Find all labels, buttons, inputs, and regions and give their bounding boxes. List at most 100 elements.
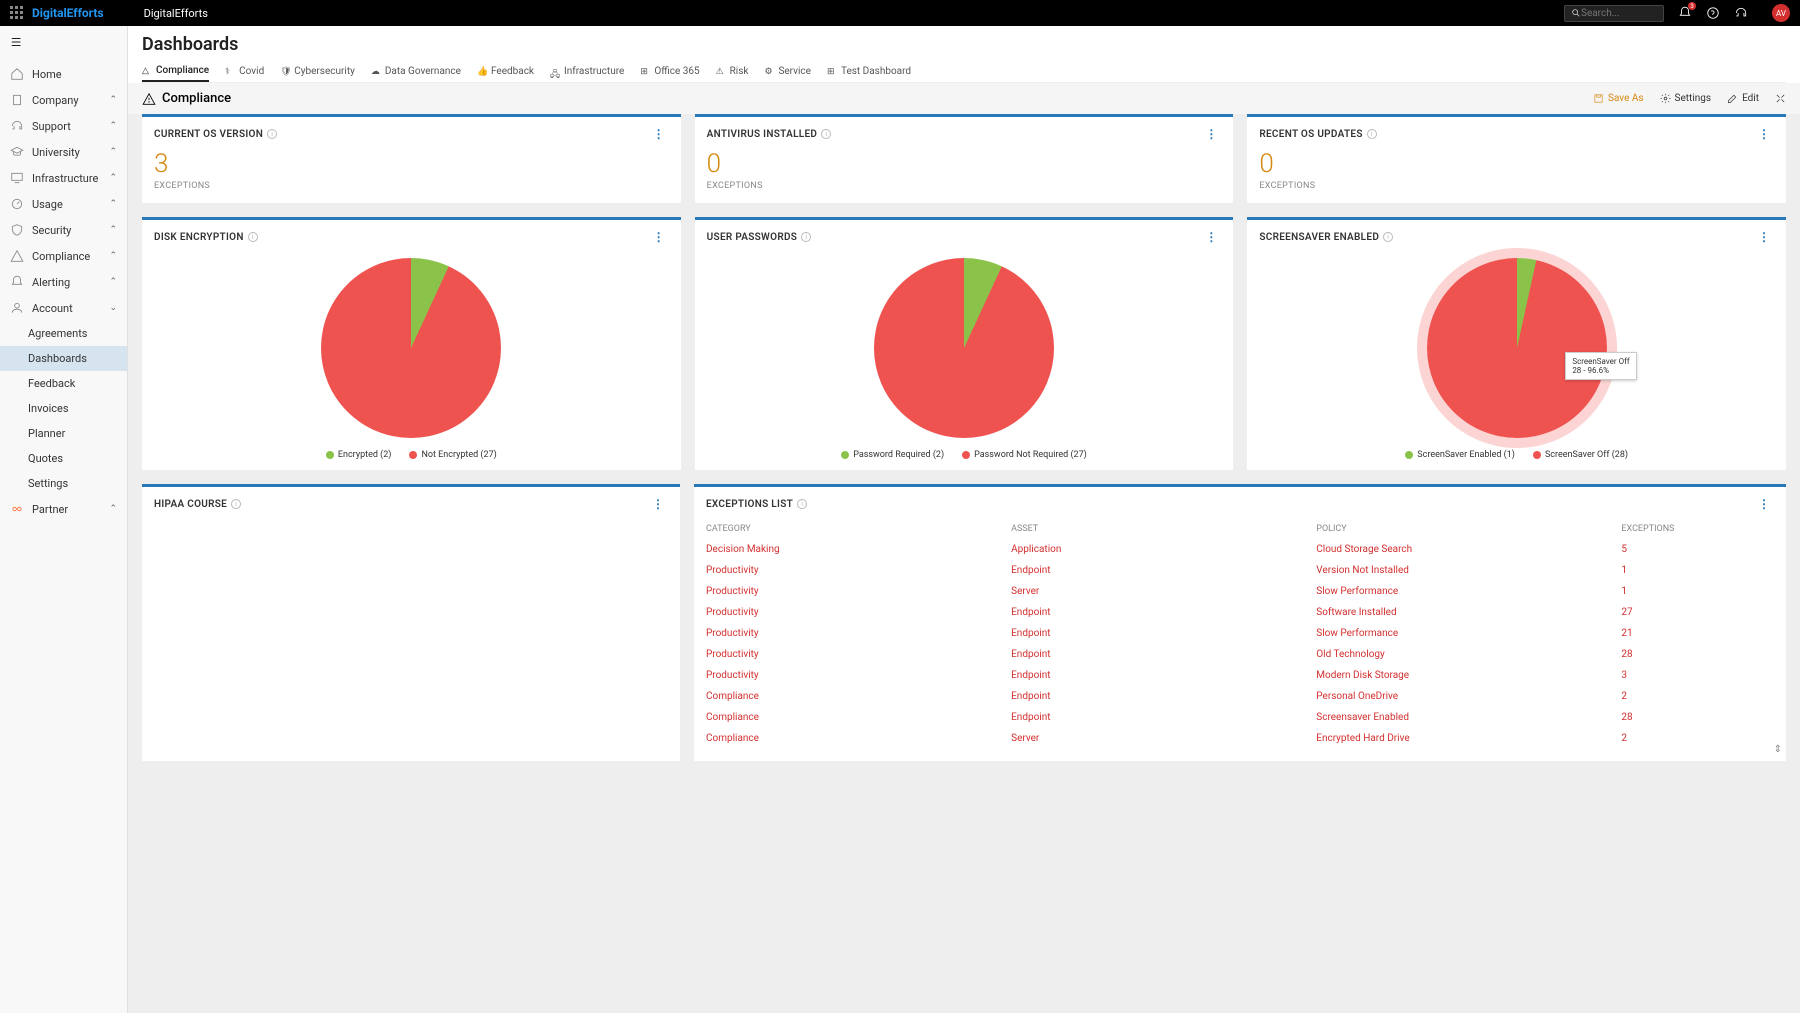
sidebar-sub-agreements[interactable]: Agreements xyxy=(0,321,127,346)
tab-office-365[interactable]: ⊞Office 365 xyxy=(640,61,699,82)
card-menu-icon[interactable]: ⋮ xyxy=(1201,127,1221,141)
expand-button[interactable] xyxy=(1775,93,1786,104)
card-menu-icon[interactable]: ⋮ xyxy=(649,230,669,244)
tab-cybersecurity[interactable]: 🛡Cybersecurity xyxy=(280,61,355,82)
card-menu-icon[interactable]: ⋮ xyxy=(1754,497,1774,511)
shield-icon xyxy=(10,223,24,237)
search-box[interactable] xyxy=(1564,5,1664,22)
tab-test-dashboard[interactable]: ⊞Test Dashboard xyxy=(827,61,911,82)
sidebar-item-infrastructure[interactable]: Infrastructure⌃ xyxy=(0,165,127,191)
card-os-updates: RECENT OS UPDATESi⋮ 0EXCEPTIONS xyxy=(1247,114,1786,203)
card-menu-icon[interactable]: ⋮ xyxy=(649,127,669,141)
tab-data-governance[interactable]: ☁Data Governance xyxy=(371,61,461,82)
topbar: DigitalEfforts DigitalEfforts 3 AV xyxy=(0,0,1800,26)
table-row[interactable]: ComplianceEndpointScreensaver Enabled28 xyxy=(706,707,1774,728)
tab-icon: ⊞ xyxy=(640,67,650,77)
sidebar-toggle[interactable] xyxy=(0,26,127,61)
notifications-icon[interactable]: 3 xyxy=(1678,6,1692,20)
sidebar-item-account[interactable]: Account ⌄ xyxy=(0,295,127,321)
sidebar-item-support[interactable]: Support⌃ xyxy=(0,113,127,139)
chevron-up-icon: ⌃ xyxy=(109,199,117,209)
warning-icon xyxy=(142,92,156,106)
chevron-down-icon: ⌄ xyxy=(109,303,117,313)
legend-dot xyxy=(962,451,970,459)
search-input[interactable] xyxy=(1581,8,1651,19)
subtitle: Compliance xyxy=(162,91,231,106)
sidebar-sub-invoices[interactable]: Invoices xyxy=(0,396,127,421)
home-icon xyxy=(10,67,24,81)
table-row[interactable]: ComplianceServerEncrypted Hard Drive2 xyxy=(706,728,1774,749)
info-icon[interactable]: i xyxy=(801,232,811,242)
pie-chart xyxy=(874,258,1054,438)
content: Dashboards △Compliance⚕Covid🛡Cybersecuri… xyxy=(128,26,1800,1013)
tab-icon: ⚕ xyxy=(225,67,235,77)
legend-dot xyxy=(326,451,334,459)
table-row[interactable]: ProductivityEndpointOld Technology28 xyxy=(706,644,1774,665)
metric-value: 3 xyxy=(154,149,669,179)
table-row[interactable]: ProductivityEndpointSoftware Installed27 xyxy=(706,602,1774,623)
tab-compliance[interactable]: △Compliance xyxy=(142,61,209,82)
sidebar-label: Account xyxy=(32,302,73,315)
sidebar-item-usage[interactable]: Usage⌃ xyxy=(0,191,127,217)
table-row[interactable]: ProductivityEndpointVersion Not Installe… xyxy=(706,560,1774,581)
sidebar-item-compliance[interactable]: Compliance⌃ xyxy=(0,243,127,269)
table-row[interactable]: Decision MakingApplicationCloud Storage … xyxy=(706,539,1774,560)
avatar[interactable]: AV xyxy=(1772,4,1790,22)
sidebar-sub-feedback[interactable]: Feedback xyxy=(0,371,127,396)
sidebar-sub-quotes[interactable]: Quotes xyxy=(0,446,127,471)
table-header: CATEGORYASSETPOLICYEXCEPTIONS xyxy=(706,519,1774,539)
chevron-up-icon: ⌃ xyxy=(109,173,117,183)
sidebar-item-company[interactable]: Company⌃ xyxy=(0,87,127,113)
sidebar-item-alerting[interactable]: Alerting⌃ xyxy=(0,269,127,295)
scroll-handle-icon[interactable]: ⇕ xyxy=(1774,744,1782,755)
table-row[interactable]: ComplianceEndpointPersonal OneDrive2 xyxy=(706,686,1774,707)
sidebar-label: Security xyxy=(32,224,71,237)
help-icon[interactable] xyxy=(1706,6,1720,20)
tenant-name: DigitalEfforts xyxy=(144,7,208,20)
tab-icon: 🖧 xyxy=(550,67,560,77)
notif-badge: 3 xyxy=(1688,2,1696,10)
save-as-button[interactable]: Save As xyxy=(1593,93,1644,104)
info-icon[interactable]: i xyxy=(797,499,807,509)
tab-service[interactable]: ⚙Service xyxy=(764,61,811,82)
sidebar-item-security[interactable]: Security⌃ xyxy=(0,217,127,243)
tab-feedback[interactable]: 👍Feedback xyxy=(477,61,534,82)
info-icon[interactable]: i xyxy=(267,129,277,139)
sidebar-label: University xyxy=(32,146,80,159)
sidebar-label: Company xyxy=(32,94,79,107)
page-title: Dashboards xyxy=(142,34,1786,55)
legend-dot xyxy=(409,451,417,459)
card-menu-icon[interactable]: ⋮ xyxy=(1201,230,1221,244)
tab-risk[interactable]: ⚠Risk xyxy=(716,61,749,82)
edit-button[interactable]: Edit xyxy=(1727,93,1759,104)
tab-icon: ☁ xyxy=(371,67,381,77)
card-menu-icon[interactable]: ⋮ xyxy=(648,497,668,511)
sidebar-item-university[interactable]: University⌃ xyxy=(0,139,127,165)
info-icon[interactable]: i xyxy=(1367,129,1377,139)
table-row[interactable]: ProductivityEndpointSlow Performance21 xyxy=(706,623,1774,644)
tab-infrastructure[interactable]: 🖧Infrastructure xyxy=(550,61,624,82)
apps-icon[interactable] xyxy=(10,6,24,20)
sidebar-label: Alerting xyxy=(32,276,70,289)
info-icon[interactable]: i xyxy=(231,499,241,509)
tab-covid[interactable]: ⚕Covid xyxy=(225,61,264,82)
pie-chart xyxy=(321,258,501,438)
table-row[interactable]: ProductivityServerSlow Performance1 xyxy=(706,581,1774,602)
table-row[interactable]: ProductivityEndpointModern Disk Storage3 xyxy=(706,665,1774,686)
sidebar-item-partner[interactable]: Partner ⌃ xyxy=(0,496,127,522)
card-menu-icon[interactable]: ⋮ xyxy=(1754,127,1774,141)
sidebar-sub-dashboards[interactable]: Dashboards xyxy=(0,346,127,371)
settings-button[interactable]: Settings xyxy=(1660,93,1712,104)
tabs: △Compliance ⚕Covid 🛡Cybersecurity ☁Data Gov… xyxy=(142,61,1786,83)
info-icon[interactable]: i xyxy=(821,129,831,139)
card-exceptions-list: EXCEPTIONS LISTi⋮ CATEGORYASSETPOLICYEXC… xyxy=(694,484,1786,761)
building-icon xyxy=(10,93,24,107)
card-menu-icon[interactable]: ⋮ xyxy=(1754,230,1774,244)
info-icon[interactable]: i xyxy=(248,232,258,242)
info-icon[interactable]: i xyxy=(1383,232,1393,242)
sidebar-item-home[interactable]: Home xyxy=(0,61,127,87)
sidebar-sub-settings[interactable]: Settings xyxy=(0,471,127,496)
headset-icon[interactable] xyxy=(1734,6,1748,20)
sidebar-sub-planner[interactable]: Planner xyxy=(0,421,127,446)
tab-icon: △ xyxy=(142,66,152,76)
